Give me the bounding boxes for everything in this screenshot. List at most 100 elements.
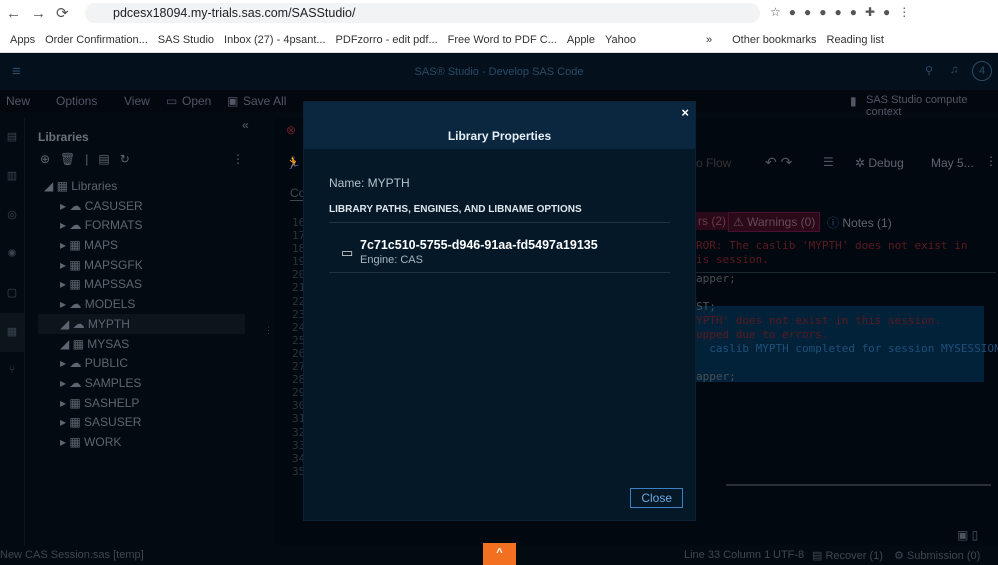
library-path[interactable]: 7c71c510-5755-d946-91aa-fd5497a19135 — [360, 238, 598, 252]
bookmark[interactable]: Inbox (27) - 4psant... — [224, 34, 326, 46]
bell-icon[interactable]: ♫ — [950, 64, 958, 76]
compute-context[interactable]: SAS Studio compute context — [866, 94, 998, 118]
file-name: New CAS Session.sas [temp] — [0, 549, 144, 561]
tree-item[interactable]: ▸ ▦ SASHELP — [38, 393, 245, 413]
close-button[interactable]: Close — [630, 488, 683, 508]
divider — [329, 222, 670, 223]
libraries-panel: Libraries « ⊕🗑|▤↻ ⋮ ◢ ▦ Libraries ▸ ☁ CA… — [26, 118, 262, 545]
bookmark[interactable]: Apps — [10, 34, 35, 46]
tree-item[interactable]: ◢ ▦ MYSAS — [38, 334, 245, 354]
tree-item[interactable]: ▸ ▦ MAPS — [38, 235, 245, 255]
notifications-badge[interactable]: 4 — [972, 61, 992, 81]
flow-button[interactable]: o Flow — [696, 156, 731, 170]
libraries-icon[interactable]: ✺ — [0, 235, 24, 274]
bookmark[interactable]: Free Word to PDF C... — [448, 34, 557, 46]
other-bookmarks[interactable]: Other bookmarks — [732, 34, 816, 46]
bookmark[interactable]: SAS Studio — [158, 34, 214, 46]
error-line: ROR: The caslib 'MYPTH' does not exist i… — [696, 239, 968, 252]
tree-root-label: Libraries — [71, 179, 118, 193]
more-icon[interactable]: ⋮ — [985, 154, 997, 168]
tree-item-label: MAPS — [84, 238, 119, 253]
git-icon[interactable]: ⑂ — [0, 352, 24, 391]
tasks-icon[interactable]: ▥ — [0, 157, 24, 196]
tree-item-label: FORMATS — [84, 218, 143, 233]
menu-options[interactable]: Options — [56, 94, 97, 108]
expand-up-button[interactable]: ^ — [483, 543, 516, 565]
tree-item[interactable]: ▸ ☁ PUBLIC — [38, 353, 245, 373]
warnings-tab[interactable]: ⚠ Warnings (0) — [728, 212, 821, 232]
extension-icons[interactable]: ☆●●●●●✚●⋮ — [770, 5, 918, 19]
more-icon[interactable]: ⋮ — [232, 152, 244, 166]
tree-item[interactable]: ▸ ▦ SASUSER — [38, 412, 245, 432]
bookmark[interactable]: PDFzorro - edit pdf... — [336, 34, 438, 46]
tree-item[interactable]: ▸ ▦ WORK — [38, 432, 245, 452]
info-icon: ⓘ — [827, 216, 840, 230]
snippets-icon[interactable]: ◎ — [0, 196, 24, 235]
navigation-rail: ▤ ▥ ◎ ✺ ▢ ▦ ⑂ — [0, 118, 25, 545]
section-heading: LIBRARY PATHS, ENGINES, AND LIBNAME OPTI… — [329, 204, 582, 215]
more-bookmarks[interactable]: » — [706, 34, 712, 46]
url-input[interactable]: pdcesx18094.my-trials.sas.com/SASStudio/ — [85, 3, 760, 23]
close-icon[interactable]: × — [681, 105, 689, 120]
tree-item-label: CASUSER — [84, 198, 143, 213]
browser-nav-icons[interactable]: ←→⟳ — [6, 4, 79, 22]
menu-new[interactable]: New — [6, 94, 30, 108]
splitter-handle[interactable]: ⋮ — [264, 325, 273, 336]
tree-item-label: PUBLIC — [84, 356, 129, 371]
cursor-position: Line 33 Column 1 — [684, 549, 771, 561]
horizontal-scrollbar[interactable] — [726, 484, 991, 486]
folder-icon: ▭ — [166, 94, 178, 108]
undo-icon[interactable]: ↶ ↷ — [765, 154, 792, 171]
collapse-icon[interactable]: « — [242, 118, 249, 132]
tree-item[interactable]: ▸ ☁ CASUSER — [38, 196, 245, 216]
tree-item[interactable]: ▸ ☁ SAMPLES — [38, 373, 245, 393]
dialog-title: Library Properties — [304, 102, 695, 149]
tree-root[interactable]: ◢ ▦ Libraries — [38, 176, 245, 196]
folder-icon: ▭ — [341, 245, 354, 260]
tree-item-selected[interactable]: ◢ ☁ MYPTH — [38, 313, 245, 334]
run-icon[interactable]: 🏃 — [286, 156, 301, 170]
error-line: is session. — [696, 253, 769, 266]
bookmark[interactable]: Yahoo — [605, 34, 636, 46]
errors-tab[interactable]: rs (2) — [695, 212, 729, 230]
log-output: apper; ST; YPTH' does not exist in this se… — [696, 272, 998, 384]
notes-tab[interactable]: ⓘ Notes (1) — [827, 214, 892, 231]
recover-button[interactable]: ▤ Recover (1) — [812, 549, 883, 562]
log-line: YPTH' does not exist in this session. — [696, 314, 942, 327]
library-name: Name: MYPTH — [329, 176, 410, 190]
tree-item[interactable]: ▸ ☁ MODELS — [38, 294, 245, 314]
menu-open[interactable]: Open — [182, 94, 211, 108]
status-bar: New CAS Session.sas [temp] ^ Line 33 Col… — [0, 543, 998, 565]
browser-address-bar: ←→⟳ pdcesx18094.my-trials.sas.com/SASStu… — [0, 0, 998, 27]
search-icon[interactable]: ⚲ — [925, 64, 933, 77]
log-line: caslib MYPTH completed for session MYSES… — [696, 342, 998, 355]
libraries-active-icon[interactable]: ▦ — [0, 313, 24, 352]
close-tab-icon[interactable]: ⊗ — [286, 123, 296, 137]
library-toolbar[interactable]: ⊕🗑|▤↻ — [40, 152, 140, 166]
menu-save-all[interactable]: Save All — [243, 94, 286, 108]
tree-item[interactable]: ▸ ▦ MAPSGFK — [38, 255, 245, 275]
tree-item[interactable]: ▸ ▦ MAPSSAS — [38, 274, 245, 294]
app-title: SAS® Studio - Develop SAS Code — [414, 66, 584, 78]
bookmark[interactable]: Order Confirmation... — [45, 34, 148, 46]
panel-title: Libraries — [38, 130, 89, 144]
file-references-icon[interactable]: ▢ — [0, 274, 24, 313]
library-properties-dialog: Library Properties × Name: MYPTH LIBRARY… — [303, 101, 696, 521]
reading-list[interactable]: Reading list — [827, 34, 884, 46]
files-icon[interactable]: ▤ — [0, 118, 24, 157]
tree-item-label: MAPSSAS — [84, 277, 143, 292]
tree-item[interactable]: ▸ ☁ FORMATS — [38, 215, 245, 235]
layout-icons[interactable]: ▣ ▯ — [957, 528, 978, 542]
log-line: apper; — [696, 272, 736, 285]
app-header: ≡ SAS® Studio - Develop SAS Code ⚲ ♫ 4 — [0, 54, 998, 90]
save-icon: ▣ — [227, 94, 239, 108]
error-message: ROR: The caslib 'MYPTH' does not exist i… — [696, 239, 968, 267]
debug-button[interactable]: ✲ Debug — [855, 156, 904, 170]
warnings-label: Warnings (0) — [747, 215, 816, 229]
bookmark[interactable]: Apple — [567, 34, 595, 46]
engine-label: Engine: CAS — [360, 254, 423, 266]
submission-button[interactable]: ⚙ Submission (0) — [894, 549, 980, 562]
menu-view[interactable]: View — [124, 94, 150, 108]
format-icon[interactable]: ☰ — [823, 155, 834, 169]
